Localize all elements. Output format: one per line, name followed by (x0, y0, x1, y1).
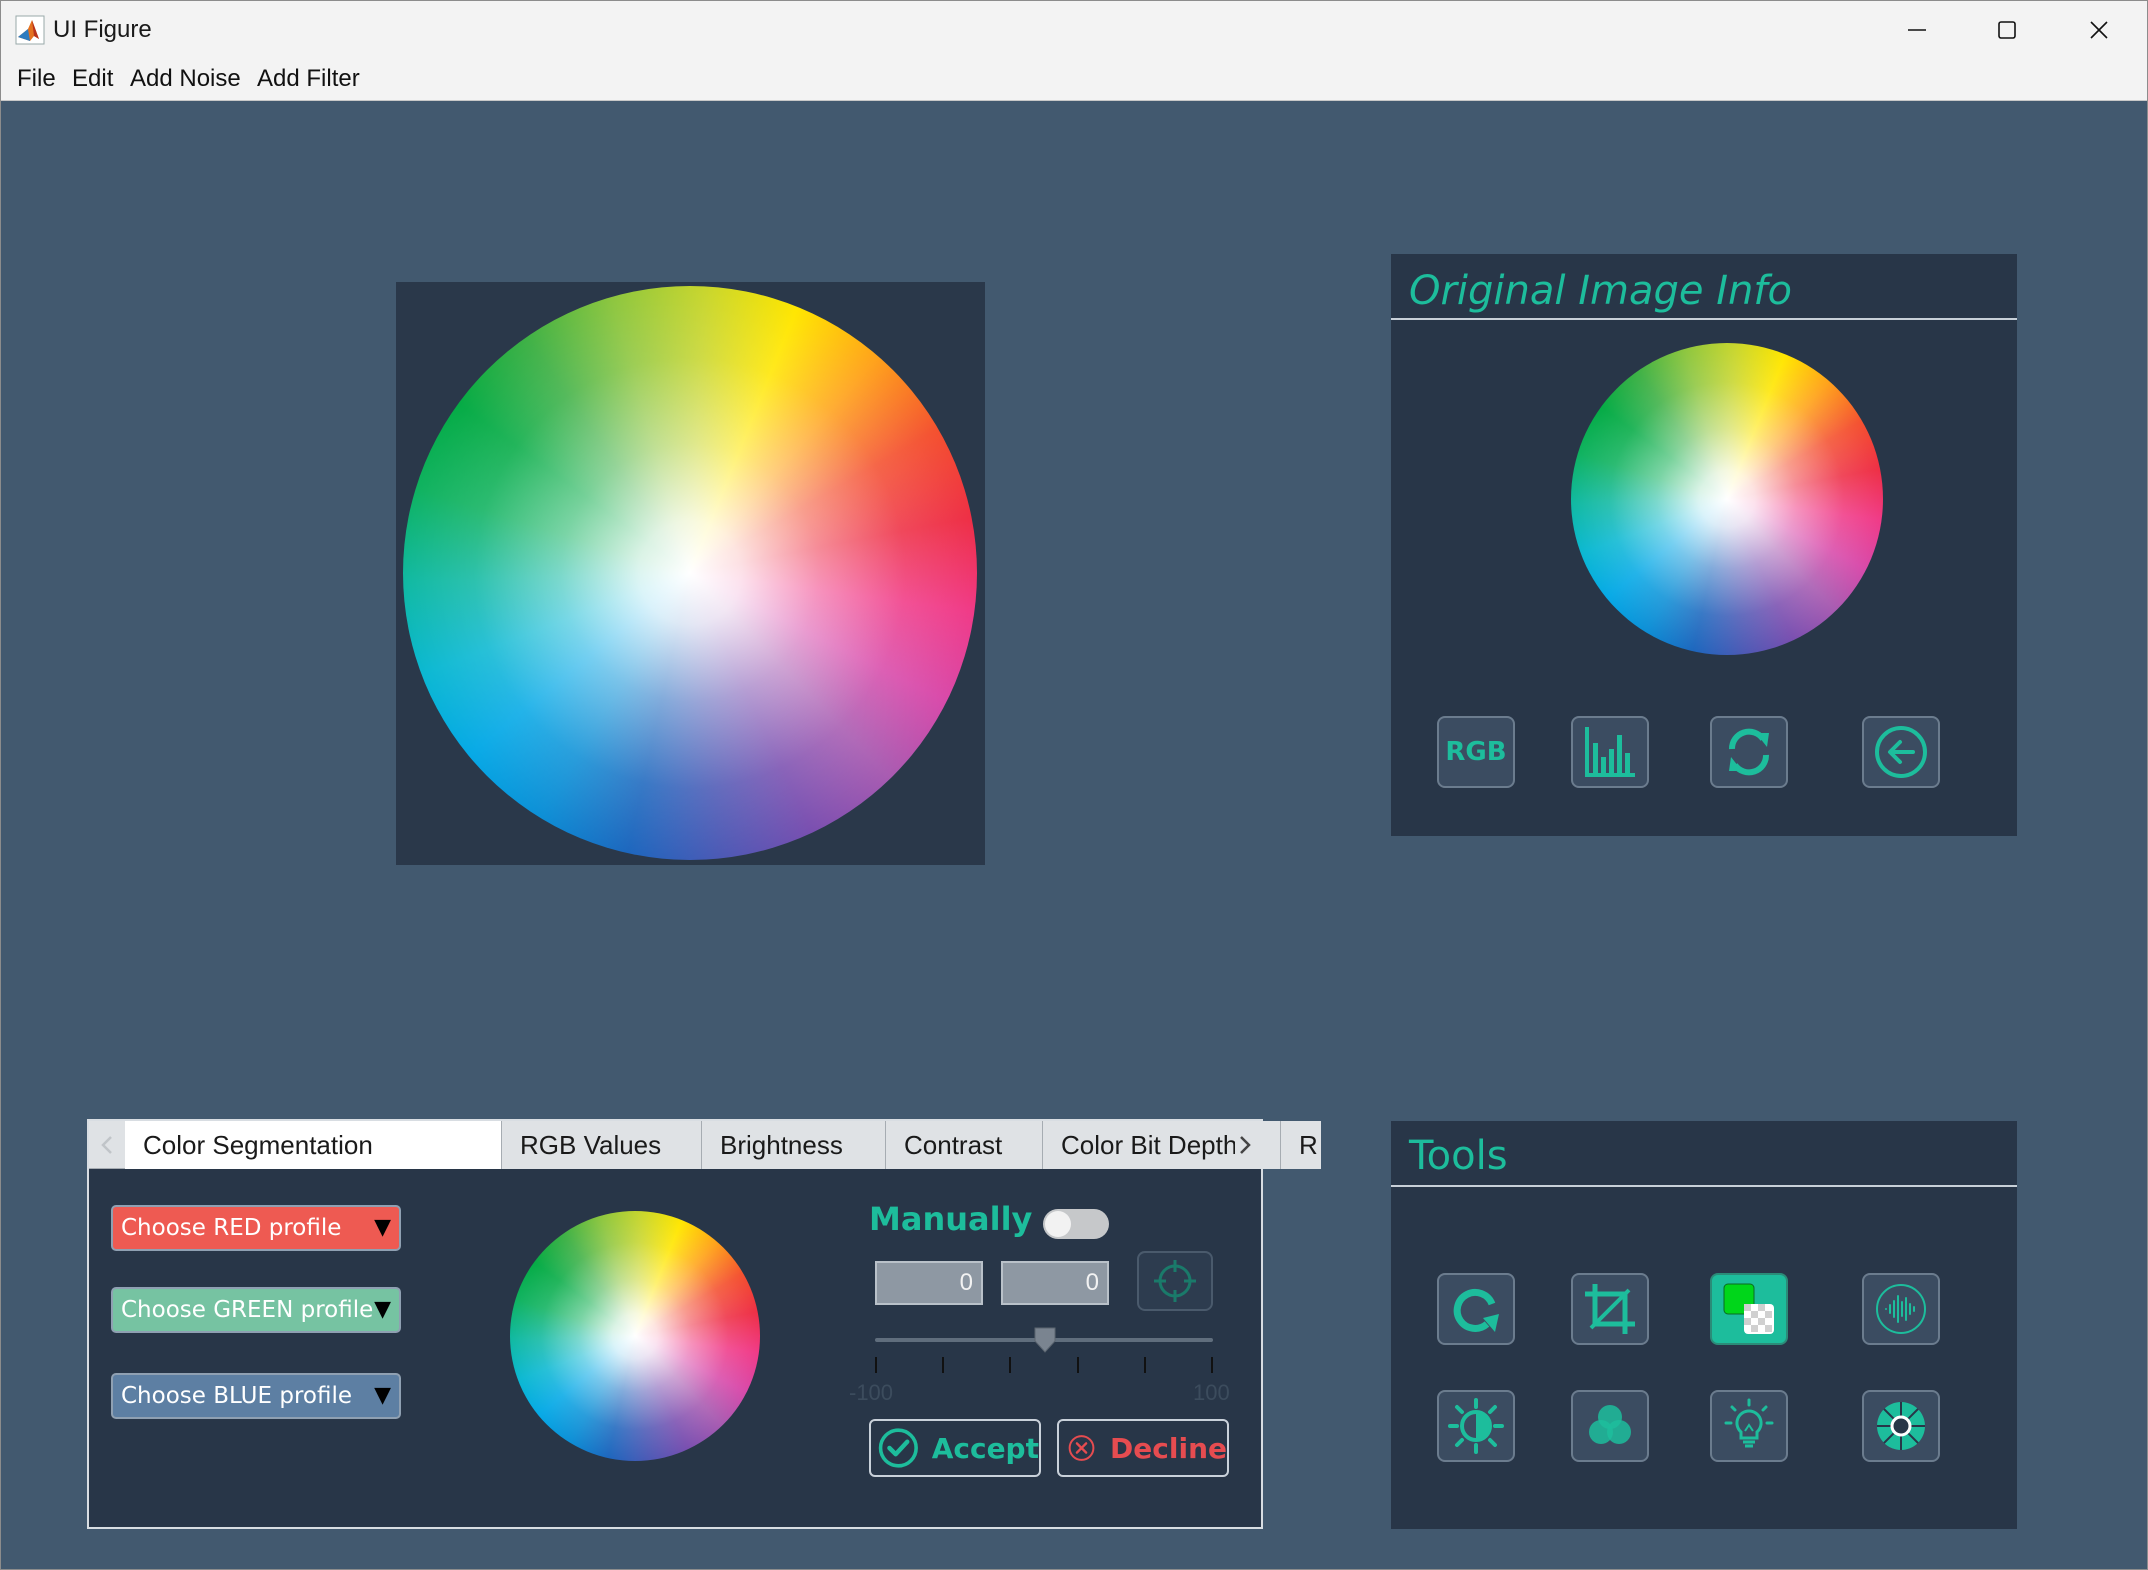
close-button[interactable] (2053, 1, 2145, 59)
decline-button[interactable]: Decline (1057, 1419, 1229, 1477)
refresh-icon (1728, 728, 1770, 776)
rgb-label: RGB (1445, 737, 1507, 767)
chevron-right-icon (1240, 1136, 1251, 1154)
rotate-icon (1453, 1288, 1499, 1332)
original-image-info-panel: Original Image Info RGB (1391, 254, 2017, 836)
histogram-button[interactable] (1571, 716, 1649, 788)
maximize-button[interactable] (1961, 1, 2053, 59)
info-panel-title: Original Image Info (1409, 268, 1792, 314)
slider-tick (1009, 1357, 1011, 1373)
color-wheel-button[interactable] (1862, 1390, 1940, 1462)
tab-color-segmentation[interactable]: Color Segmentation (125, 1121, 502, 1169)
slider-tick (942, 1357, 944, 1373)
min-value-field[interactable]: 0 (875, 1261, 983, 1305)
tab-brightness[interactable]: Brightness (702, 1121, 886, 1169)
slider-tick (1144, 1357, 1146, 1373)
manually-label: Manually (869, 1200, 1033, 1238)
noise-button[interactable] (1862, 1273, 1940, 1345)
contrast-button[interactable] (1437, 1390, 1515, 1462)
brightness-button[interactable] (1710, 1390, 1788, 1462)
tab-rgb-values[interactable]: RGB Values (502, 1121, 702, 1169)
accept-label: Accept (931, 1431, 1039, 1465)
blue-profile-dropdown[interactable]: Choose BLUE profile ▼ (111, 1373, 401, 1419)
menu-file[interactable]: File (17, 63, 56, 95)
minimize-icon (1908, 29, 1926, 31)
decline-label: Decline (1110, 1431, 1227, 1465)
segmentation-preview-image (510, 1211, 760, 1461)
contrast-sun-icon (1448, 1398, 1504, 1454)
tab-strip: Color Segmentation RGB Values Brightness… (89, 1121, 1321, 1169)
tools-panel-divider (1391, 1185, 2017, 1187)
check-circle-icon (878, 1428, 918, 1468)
crosshair-icon (1154, 1260, 1196, 1302)
chevron-left-icon (101, 1136, 112, 1154)
matlab-icon (15, 15, 45, 45)
minimize-button[interactable] (1871, 1, 1963, 59)
color-wheel-icon (1877, 1402, 1925, 1450)
tools-panel-title: Tools (1409, 1133, 1508, 1179)
tab-contrast[interactable]: Contrast (886, 1121, 1043, 1169)
slider-tick (1077, 1357, 1079, 1373)
tools-panel: Tools (1391, 1121, 2017, 1529)
app-window: UI Figure File Edit Add Noise Add Filter… (0, 0, 2148, 1570)
slider-tick (875, 1357, 877, 1373)
back-button[interactable] (1862, 716, 1940, 788)
menu-edit[interactable]: Edit (72, 63, 113, 95)
chroma-key-icon (1723, 1283, 1774, 1334)
accept-button[interactable]: Accept (869, 1419, 1041, 1477)
dropdown-arrow-icon: ▼ (374, 1383, 391, 1408)
max-value-field[interactable]: 0 (1001, 1261, 1109, 1305)
blue-profile-value: Choose BLUE profile (121, 1383, 352, 1409)
slider-min-label: -100 (849, 1380, 894, 1405)
close-icon (2090, 21, 2108, 39)
red-profile-dropdown[interactable]: Choose RED profile ▼ (111, 1205, 401, 1251)
crop-icon (1585, 1284, 1635, 1334)
main-image-axes[interactable] (396, 282, 985, 865)
original-image-thumbnail (1571, 343, 1883, 655)
maximize-icon (1998, 21, 2016, 39)
color-channels-button[interactable] (1571, 1390, 1649, 1462)
tab-group: Color Segmentation RGB Values Brightness… (87, 1119, 1321, 1529)
rgb-button[interactable]: RGB (1437, 716, 1515, 788)
green-profile-value: Choose GREEN profile (121, 1297, 374, 1323)
green-profile-dropdown[interactable]: Choose GREEN profile ▼ (111, 1287, 401, 1333)
tab-truncated[interactable]: R (1281, 1121, 1321, 1169)
rotate-button[interactable] (1437, 1273, 1515, 1345)
lightbulb-icon (1724, 1398, 1774, 1448)
refresh-button[interactable] (1710, 716, 1788, 788)
tab-scroll-right-button[interactable] (1235, 1129, 1255, 1161)
toggle-knob (1045, 1211, 1071, 1237)
menu-bar: File Edit Add Noise Add Filter (1, 59, 2147, 101)
manually-toggle-switch[interactable] (1043, 1209, 1109, 1239)
x-circle-icon (1068, 1435, 1095, 1461)
rgb-circles-icon (1589, 1405, 1631, 1444)
crop-button[interactable] (1571, 1273, 1649, 1345)
menu-add-noise[interactable]: Add Noise (130, 63, 241, 95)
main-color-wheel-image (403, 286, 977, 860)
menu-add-filter[interactable]: Add Filter (257, 63, 360, 95)
threshold-slider-thumb[interactable] (1034, 1327, 1056, 1353)
window-title: UI Figure (53, 16, 152, 43)
histogram-icon (1585, 727, 1635, 777)
info-panel-divider (1391, 318, 2017, 320)
red-profile-value: Choose RED profile (121, 1215, 342, 1241)
slider-tick (1211, 1357, 1213, 1373)
slider-max-label: 100 (1193, 1380, 1230, 1405)
dropdown-arrow-icon: ▼ (374, 1215, 391, 1240)
pick-point-button[interactable] (1137, 1251, 1213, 1311)
dropdown-arrow-icon: ▼ (374, 1297, 391, 1322)
background-removal-button[interactable] (1710, 1273, 1788, 1345)
title-bar: UI Figure (1, 1, 2147, 59)
tab-scroll-left-button[interactable] (97, 1129, 117, 1161)
arrow-left-icon (1875, 726, 1927, 778)
sound-wave-icon (1876, 1284, 1926, 1334)
